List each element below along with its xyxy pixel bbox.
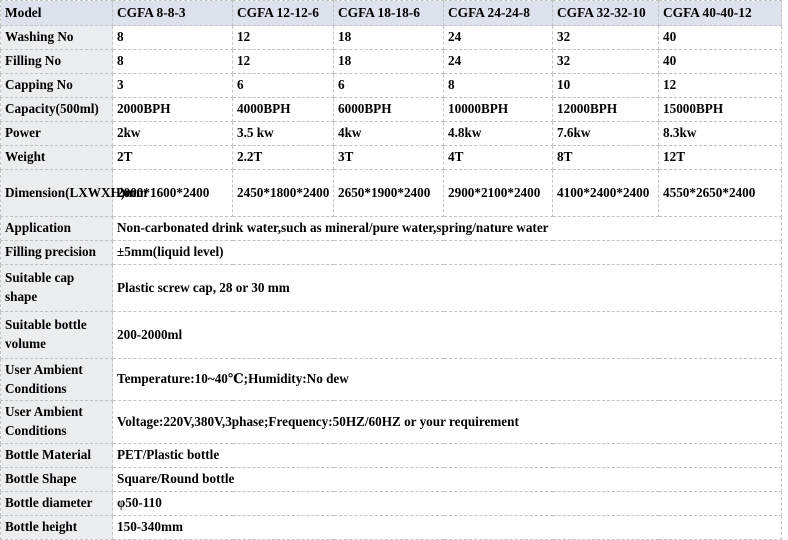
row-label: Bottle height: [0, 514, 113, 540]
row-label: Bottle Shape: [0, 466, 113, 492]
cell-value: 3T: [333, 145, 444, 170]
cell-value: 2900*2100*2400: [443, 169, 553, 217]
row-value: 150-340mm: [112, 514, 782, 540]
cell-value: 8.3kw: [658, 121, 782, 146]
cell-value: 4.8kw: [443, 121, 553, 146]
table-row: Filling precision ±5mm(liquid level): [0, 240, 782, 265]
cell-value: 2kw: [112, 121, 233, 146]
row-label: Filling precision: [0, 240, 113, 265]
cell-value: 4kw: [333, 121, 444, 146]
row-value: ±5mm(liquid level): [112, 240, 782, 265]
row-value: Square/Round bottle: [112, 466, 782, 492]
table-row: Capacity(500ml) 2000BPH 4000BPH 6000BPH 1000…: [0, 97, 782, 122]
cell-value: 2650*1900*2400: [333, 169, 444, 217]
cell-value: 24: [443, 25, 553, 50]
row-label: Application: [0, 216, 113, 241]
cell-value: 12: [232, 49, 334, 74]
row-label: User Ambient Conditions: [0, 357, 113, 402]
table-row: Bottle Shape Square/Round bottle: [0, 466, 782, 492]
cell-value: 40: [658, 49, 782, 74]
cell-value: 2000BPH: [112, 97, 233, 122]
cell-value: 6000BPH: [333, 97, 444, 122]
cell-value: 32: [552, 49, 659, 74]
table-row: Weight 2T 2.2T 3T 4T 8T 12T: [0, 145, 782, 170]
cell-value: 6: [232, 73, 334, 98]
row-label: Capacity(500ml): [0, 97, 113, 122]
row-value: Temperature:10~40℃;Humidity:No dew: [112, 357, 782, 402]
row-label: Dimension(LXWXH)mm: [0, 169, 147, 217]
cell-value: 4000BPH: [232, 97, 334, 122]
cell-value: 12: [232, 25, 334, 50]
cell-value: 18: [333, 49, 444, 74]
row-label: Bottle diameter: [0, 490, 113, 516]
specifications-table: Model CGFA 8-8-3 CGFA 12-12-6 CGFA 18-18…: [0, 0, 782, 540]
table-row: Application Non-carbonated drink water,su…: [0, 216, 782, 241]
header-cell-model-6: CGFA 40-40-12: [658, 0, 782, 26]
cell-value: 2450*1800*2400: [232, 169, 334, 217]
row-label: Power: [0, 121, 113, 146]
cell-value: 6: [333, 73, 444, 98]
table-row: Capping No 3 6 6 8 10 12: [0, 73, 782, 98]
row-label: Weight: [0, 145, 113, 170]
table-row: Suitable cap shape Plastic screw cap, 28 …: [0, 264, 782, 312]
cell-value: 8: [112, 49, 233, 74]
header-cell-model-3: CGFA 18-18-6: [333, 0, 444, 26]
row-value: PET/Plastic bottle: [112, 442, 782, 468]
cell-value: 4550*2650*2400: [658, 169, 782, 217]
table-row: Suitable bottle volume 200-2000ml: [0, 311, 782, 359]
cell-value: 7.6kw: [552, 121, 659, 146]
row-label: Suitable cap shape: [0, 264, 113, 312]
cell-value: 8: [443, 73, 553, 98]
cell-value: 10000BPH: [443, 97, 553, 122]
cell-value: 3: [112, 73, 233, 98]
cell-value: 12: [658, 73, 782, 98]
row-label: Bottle Material: [0, 442, 113, 468]
cell-value: 12T: [658, 145, 782, 170]
header-cell-model-4: CGFA 24-24-8: [443, 0, 553, 26]
row-value: Voltage:220V,380V,3phase;Frequency:50HZ/…: [112, 400, 782, 444]
table-row: Dimension(LXWXH)mm 2000*1600*2400 2450*180…: [0, 169, 782, 217]
row-value: φ50-110: [112, 490, 782, 516]
row-value: Non-carbonated drink water,such as miner…: [112, 216, 782, 241]
table-row: Bottle Material PET/Plastic bottle: [0, 442, 782, 468]
row-label: User Ambient Conditions: [0, 400, 113, 444]
cell-value: 8T: [552, 145, 659, 170]
cell-value: 8: [112, 25, 233, 50]
cell-value: 2000*1600*2400: [112, 169, 233, 217]
cell-value: 10: [552, 73, 659, 98]
cell-value: 15000BPH: [658, 97, 782, 122]
cell-value: 32: [552, 25, 659, 50]
table-row: Power 2kw 3.5 kw 4kw 4.8kw 7.6kw 8.3kw: [0, 121, 782, 146]
cell-value: 3.5 kw: [232, 121, 334, 146]
table-header: Model CGFA 8-8-3 CGFA 12-12-6 CGFA 18-18…: [0, 0, 782, 26]
row-value: Plastic screw cap, 28 or 30 mm: [112, 264, 782, 312]
table-row: Filling No 8 12 18 24 32 40: [0, 49, 782, 74]
header-cell-model-2: CGFA 12-12-6: [232, 0, 334, 26]
cell-value: 24: [443, 49, 553, 74]
row-label: Washing No: [0, 25, 113, 50]
row-label: Filling No: [0, 49, 113, 74]
cell-value: 18: [333, 25, 444, 50]
row-label: Suitable bottle volume: [0, 311, 113, 359]
table-row: Bottle diameter φ50-110: [0, 490, 782, 516]
header-cell-model-5: CGFA 32-32-10: [552, 0, 659, 26]
header-row: Model CGFA 8-8-3 CGFA 12-12-6 CGFA 18-18…: [0, 0, 782, 26]
cell-value: 4100*2400*2400: [552, 169, 659, 217]
table-row: User Ambient Conditions Voltage:220V,380V…: [0, 400, 782, 444]
header-cell-model-1: CGFA 8-8-3: [112, 0, 233, 26]
row-value: 200-2000ml: [112, 311, 782, 359]
table-row: Washing No 8 12 18 24 32 40: [0, 25, 782, 50]
table-row: User Ambient Conditions Temperature:10~40…: [0, 357, 782, 402]
cell-value: 12000BPH: [552, 97, 659, 122]
header-cell-model: Model: [0, 0, 113, 26]
table-row: Bottle height 150-340mm: [0, 514, 782, 540]
row-label: Capping No: [0, 73, 113, 98]
cell-value: 2.2T: [232, 145, 334, 170]
cell-value: 40: [658, 25, 782, 50]
table-body: Washing No 8 12 18 24 32 40 Filling No 8 12 18 24 32…: [0, 25, 782, 540]
cell-value: 2T: [112, 145, 233, 170]
cell-value: 4T: [443, 145, 553, 170]
